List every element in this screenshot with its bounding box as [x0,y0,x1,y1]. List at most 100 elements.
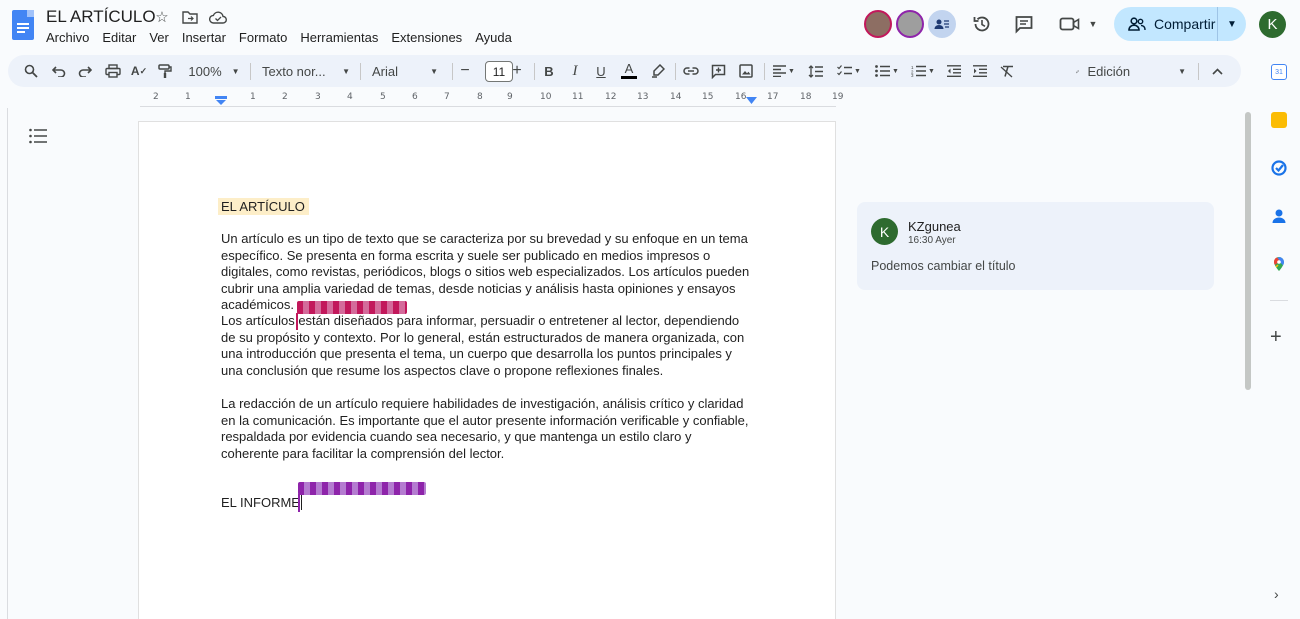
comments-icon[interactable] [1012,12,1036,36]
decrease-font-size-icon[interactable]: − [458,55,472,87]
comment-timestamp: 16:30 Ayer [908,235,956,246]
vertical-ruler[interactable] [0,108,8,619]
ruler-tick: 1 [250,92,256,102]
font-family-value: Arial [372,63,399,79]
cloud-saved-icon[interactable] [209,8,227,26]
font-size-input[interactable]: 11 [485,61,513,82]
menu-editar[interactable]: Editar [102,30,136,45]
ruler-tick: 13 [637,92,649,102]
paint-format-icon[interactable] [156,55,174,87]
right-indent-marker-icon[interactable] [746,97,757,105]
vertical-scrollbar-thumb[interactable] [1245,112,1251,390]
add-addon-plus-icon[interactable]: + [1270,326,1282,349]
collaborator-name-flag [297,301,407,314]
left-indent-marker-icon[interactable] [215,96,227,106]
ruler-tick: 4 [347,92,353,102]
ruler-tick: 15 [702,92,714,102]
maps-icon[interactable] [1271,256,1287,272]
comment-author: KZgunea [908,219,961,234]
comment-card[interactable]: K KZgunea 16:30 Ayer Podemos cambiar el … [857,202,1214,290]
underline-icon[interactable]: U [593,55,609,87]
calendar-icon[interactable]: 31 [1271,64,1287,80]
checklist-icon [837,65,853,76]
collaborator-avatar[interactable] [864,10,892,38]
meet-video-icon[interactable] [1058,12,1082,36]
insert-link-icon[interactable] [682,55,700,87]
menu-insertar[interactable]: Insertar [182,30,226,45]
menu-ver[interactable]: Ver [149,30,169,45]
contacts-icon[interactable] [1271,208,1287,224]
editing-mode-value: Edición [1087,63,1131,79]
font-family-select[interactable]: Arial ▼ [370,55,440,87]
align-select[interactable]: ▼ [770,55,798,87]
increase-font-size-icon[interactable]: + [510,55,524,87]
ruler-tick: 6 [412,92,418,102]
caret-down-icon: ▼ [892,67,899,75]
google-docs-window: EL ARTÍCULO ☆ Archivo Editar Ver Inserta… [0,0,1300,619]
document-heading[interactable]: EL ARTÍCULO [218,198,309,215]
menu-archivo[interactable]: Archivo [46,30,89,45]
caret-down-icon[interactable]: ▼ [1081,12,1105,36]
expand-panel-chevron-icon[interactable]: › [1274,586,1279,602]
line-spacing-icon[interactable] [806,55,824,87]
search-menus-icon[interactable] [22,55,40,87]
bulleted-list-select[interactable]: ▼ [872,55,902,87]
ruler-tick: 11 [572,92,584,102]
move-folder-icon[interactable] [181,8,199,26]
text-color-icon[interactable]: A [620,55,638,87]
italic-icon[interactable]: I [567,55,583,87]
comment-text: Podemos cambiar el título [871,259,1016,273]
pencil-icon [1076,69,1080,73]
document-heading-2[interactable]: EL INFORME [221,495,302,510]
caret-down-icon: ▼ [928,67,935,75]
insert-image-icon[interactable] [737,55,755,87]
keep-icon[interactable] [1271,112,1287,128]
star-icon[interactable]: ☆ [153,8,171,26]
horizontal-ruler[interactable]: 2 1 1 2 3 4 5 6 7 8 9 10 11 12 13 14 15 … [140,92,843,106]
share-button[interactable]: Compartir ▼ [1114,7,1246,41]
caret-down-icon: ▼ [1178,66,1186,76]
print-icon[interactable] [104,55,122,87]
collaborator-cursor [296,313,298,330]
decrease-indent-icon[interactable] [945,55,963,87]
document-outline-icon[interactable] [29,128,47,144]
clear-formatting-icon[interactable] [998,55,1016,87]
menu-formato[interactable]: Formato [239,30,287,45]
zoom-value: 100% [188,63,222,79]
collaborator-avatars [864,10,956,38]
highlight-color-icon[interactable] [649,55,667,87]
menu-ayuda[interactable]: Ayuda [475,30,512,45]
zoom-select[interactable]: 100% ▼ [186,55,242,87]
redo-icon[interactable] [76,55,94,87]
hide-menus-chevron-up-icon[interactable] [1208,55,1226,87]
checklist-select[interactable]: ▼ [834,55,864,87]
undo-icon[interactable] [50,55,68,87]
caret-down-icon: ▼ [430,66,438,76]
menu-herramientas[interactable]: Herramientas [300,30,378,45]
share-options-caret-icon[interactable]: ▼ [1218,19,1246,30]
side-panel: 31 + › [1258,52,1300,619]
ruler-tick: 2 [282,92,288,102]
paragraph-3[interactable]: La redacción de un artículo requiere hab… [221,396,751,462]
anonymous-users-icon[interactable] [928,10,956,38]
paragraph-2[interactable]: Los artículos están diseñados para infor… [221,313,751,379]
collaborator-avatar[interactable] [896,10,924,38]
collaborator-name-flag [298,482,426,495]
account-avatar[interactable]: K [1259,11,1286,38]
insert-comment-icon[interactable] [709,55,727,87]
menu-extensiones[interactable]: Extensiones [391,30,462,45]
spellcheck-icon[interactable]: A ✓ [130,55,148,87]
increase-indent-icon[interactable] [971,55,989,87]
history-icon[interactable] [970,12,994,36]
document-title[interactable]: EL ARTÍCULO [46,7,156,27]
editing-mode-select[interactable]: Edición ▼ [1076,55,1186,87]
bold-icon[interactable]: B [541,55,557,87]
ruler-tick: 5 [380,92,386,102]
text-cursor [300,495,302,510]
docs-logo-icon[interactable] [12,10,34,40]
paragraph-style-select[interactable]: Texto nor... ▼ [260,55,352,87]
caret-down-icon: ▼ [854,67,861,75]
numbered-list-select[interactable]: 1 2 3 ▼ [908,55,938,87]
tasks-icon[interactable] [1271,160,1287,176]
paragraph-style-value: Texto nor... [262,63,326,79]
